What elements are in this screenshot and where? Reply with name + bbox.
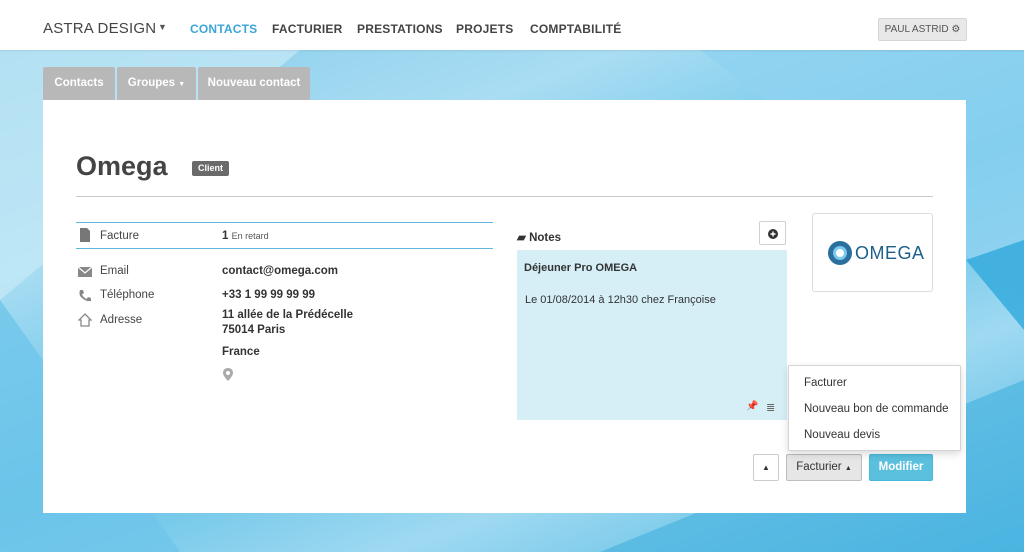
facture-value[interactable]: 1 En retard [222,230,269,242]
envelope-icon [78,266,92,277]
tab-contacts-label: Contacts [54,77,104,89]
note-card[interactable]: Déjeuner Pro OMEGA Le 01/08/2014 à 12h30… [517,250,787,420]
divider [76,196,933,197]
address-line1: 11 allée de la Prédécelle [222,309,354,321]
address-country: France [222,346,260,358]
status-badge: Client [192,161,230,176]
facturier-button-label: Facturier [796,461,842,473]
map-pin-icon[interactable] [223,368,233,381]
caret-up-icon: ▲ [762,463,770,472]
company-logo: OMEGA [812,213,933,292]
facturier-button[interactable]: Facturier ▲ [786,454,862,481]
caret-up-icon: ▲ [844,465,852,472]
caret-down-icon: ▼ [178,81,186,88]
facture-label: Facture [100,230,139,242]
contact-name: Omega [76,151,168,181]
tab-nouveau-contact-label: Nouveau contact [207,77,301,89]
email-label: Email [100,265,129,277]
nav-contacts[interactable]: CONTACTS [190,22,257,36]
home-icon [78,313,92,327]
menu-icon[interactable]: ≣ [766,401,775,414]
brand-name[interactable]: ASTRA DESIGN [43,20,156,37]
address-label: Adresse [100,314,143,326]
email-link[interactable]: contact@omega.com [222,265,338,277]
scroll-up-button[interactable]: ▲ [753,454,779,481]
note-body: Le 01/08/2014 à 12h30 chez Françoise [525,294,716,306]
menu-item-nouveau-devis[interactable]: Nouveau devis [804,429,880,441]
phone-icon [79,290,91,302]
phone-label: Téléphone [100,289,155,301]
tab-nouveau-contact[interactable]: Nouveau contact [198,67,310,100]
pin-icon[interactable]: 📌 [746,401,758,412]
note-title: Déjeuner Pro OMEGA [524,262,638,274]
facturier-dropdown-menu: Facturer Nouveau bon de commande Nouveau… [788,365,961,451]
nav-projets[interactable]: PROJETS [456,22,513,36]
nav-facturier[interactable]: FACTURIER [272,22,342,36]
user-menu-button[interactable]: PAUL ASTRID ⚙ [878,18,967,41]
plus-circle-icon [767,228,778,239]
tab-contacts[interactable]: Contacts [43,67,115,100]
notes-heading-label: Notes [529,232,562,244]
tab-groupes[interactable]: Groupes ▼ [117,67,196,100]
file-icon [80,228,90,242]
modifier-button[interactable]: Modifier [869,454,933,481]
logo-text: OMEGA [855,243,925,263]
gear-icon: ⚙ [951,24,961,35]
contact-panel: Omega Client Facture 1 En retard Email c… [43,100,966,513]
nav-prestations[interactable]: PRESTATIONS [357,22,443,36]
chevron-down-icon[interactable]: ▼ [158,22,167,32]
omega-logo-icon [828,241,852,265]
facture-count: 1 [222,230,229,242]
add-note-button[interactable] [759,221,786,245]
facture-status: En retard [231,231,269,241]
address-line2: 75014 Paris [222,324,286,336]
menu-item-nouveau-bon-de-commande[interactable]: Nouveau bon de commande [804,403,949,415]
menu-item-facturer[interactable]: Facturer [804,377,847,389]
divider [76,248,493,249]
comment-icon: ▰ [517,232,526,244]
notes-heading: ▰ Notes [517,230,561,244]
divider [76,222,493,223]
user-name: PAUL ASTRID [884,24,949,35]
tab-groupes-label: Groupes [127,77,176,89]
top-navbar: ASTRA DESIGN ▼ CONTACTS FACTURIER PRESTA… [0,0,1024,50]
nav-comptabilite[interactable]: COMPTABILITÉ [530,22,622,36]
phone-value[interactable]: +33 1 99 99 99 99 [222,289,315,301]
